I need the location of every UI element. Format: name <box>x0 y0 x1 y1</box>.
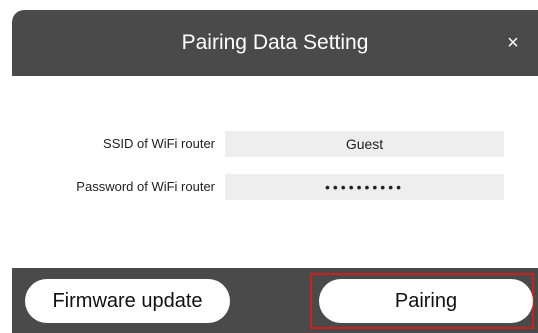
dialog-title: Pairing Data Setting <box>181 31 369 54</box>
password-field[interactable]: •••••••••• <box>225 174 504 200</box>
dialog-header: Pairing Data Setting × <box>12 10 538 76</box>
password-label: Password of WiFi router <box>76 179 215 194</box>
pairing-button[interactable]: Pairing <box>319 279 533 323</box>
pairing-dialog: Pairing Data Setting × SSID of WiFi rout… <box>12 10 538 333</box>
dialog-body: SSID of WiFi router Guest Password of Wi… <box>12 76 538 269</box>
dialog-footer: Firmware update Pairing <box>12 268 538 333</box>
firmware-update-button[interactable]: Firmware update <box>25 279 230 323</box>
close-icon[interactable]: × <box>500 30 526 56</box>
ssid-field[interactable]: Guest <box>225 131 504 157</box>
ssid-row: SSID of WiFi router Guest <box>12 131 538 157</box>
password-row: Password of WiFi router •••••••••• <box>12 174 538 200</box>
ssid-label: SSID of WiFi router <box>103 136 215 151</box>
